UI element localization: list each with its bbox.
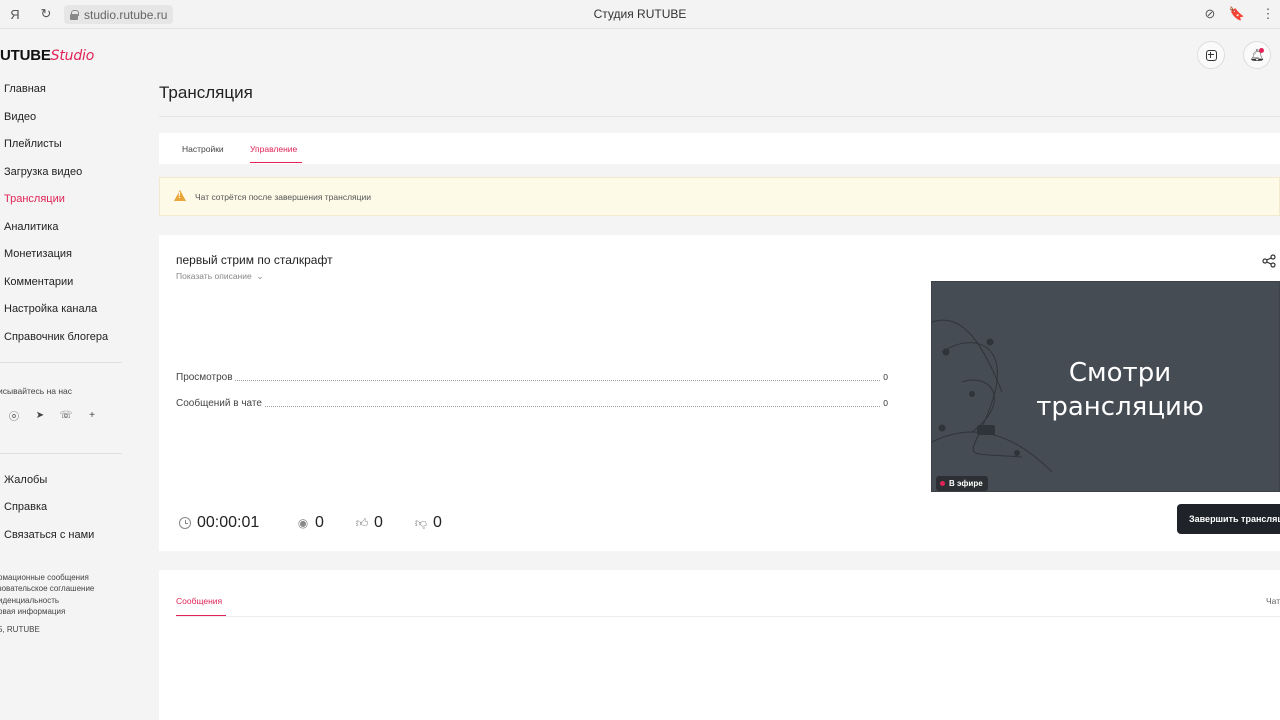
- warning-text: Чат сотрётся после завершения трансляции: [195, 192, 372, 202]
- menu-icon[interactable]: ⋮: [1259, 5, 1277, 23]
- browser-title: Студия RUTUBE: [593, 7, 687, 21]
- copyright: 5, RUTUBE: [0, 625, 40, 634]
- rutube-studio-logo[interactable]: UTUBEStudio: [0, 47, 94, 64]
- metric-viewers: ◉ 0: [296, 514, 324, 532]
- live-badge: В эфире: [936, 476, 988, 491]
- thumbs-up-icon: 👍︎: [355, 515, 369, 530]
- stream-preview[interactable]: Смотри трансляцию В эфире: [931, 281, 1280, 492]
- user-icon: ◉: [297, 516, 309, 530]
- stat-chat-label: Сообщений в чате: [176, 398, 264, 409]
- sidebar-divider: [0, 362, 122, 363]
- protect-icon[interactable]: ⊘: [1201, 5, 1219, 23]
- metric-dislikes: 👎︎ 0: [414, 514, 442, 532]
- tabs-bar: Настройки Управление: [159, 133, 1280, 164]
- clock-icon: [178, 516, 192, 530]
- sidebar-item-playlists[interactable]: Плейлисты: [4, 138, 62, 150]
- logo-brand: UTUBE: [0, 47, 51, 64]
- stat-views-value: 0: [881, 372, 888, 382]
- follow-us-label: исывайтесь на нас: [0, 386, 73, 396]
- metric-likes: 👍︎ 0: [355, 514, 383, 532]
- notifications-button[interactable]: 🔔︎: [1243, 41, 1271, 69]
- sidebar: UTUBEStudio Главная Видео Плейлисты Загр…: [0, 29, 125, 720]
- stat-chat-value: 0: [881, 398, 888, 408]
- chat-label[interactable]: Чат: [1266, 596, 1280, 606]
- stat-views: Просмотров 0: [176, 372, 888, 384]
- sidebar-item-monetization[interactable]: Монетизация: [4, 248, 72, 260]
- stat-chat-messages: Сообщений в чате 0: [176, 398, 888, 410]
- chat-warning-banner: Чат сотрётся после завершения трансляции: [159, 177, 1280, 216]
- more-icon[interactable]: +: [84, 407, 100, 423]
- page-title: Трансляция: [159, 83, 253, 102]
- messages-card: Сообщения Чат: [159, 570, 1280, 720]
- likes-value: 0: [374, 514, 383, 531]
- create-button[interactable]: [1197, 41, 1225, 69]
- stat-views-label: Просмотров: [176, 372, 235, 383]
- tab-messages[interactable]: Сообщения: [176, 596, 222, 606]
- live-label: В эфире: [949, 479, 983, 488]
- sidebar-item-blogger-guide[interactable]: Справочник блогера: [4, 331, 108, 343]
- messages-tab-indicator: [176, 615, 226, 616]
- sidebar-item-analytics[interactable]: Аналитика: [4, 221, 58, 233]
- chevron-down-icon: ⌄: [254, 271, 264, 281]
- stat-leader-dots: [176, 380, 880, 381]
- sidebar-divider: [0, 453, 122, 454]
- telegram-icon[interactable]: ➤: [32, 407, 48, 423]
- sidebar-item-video[interactable]: Видео: [4, 111, 36, 123]
- sidebar-item-complaints[interactable]: Жалобы: [4, 474, 47, 486]
- preview-caption-line2: трансляцию: [1036, 392, 1204, 422]
- legal-link-privacy[interactable]: иденциальность: [0, 596, 59, 605]
- notification-dot: [1259, 48, 1264, 53]
- sidebar-item-comments[interactable]: Комментарии: [4, 276, 73, 288]
- show-description-toggle[interactable]: Показать описание ⌄: [176, 271, 264, 282]
- legal-link-info[interactable]: рмационные сообщения: [0, 573, 89, 582]
- stream-card: первый стрим по сталкрафт Показать описа…: [159, 235, 1280, 551]
- warning-icon: [174, 190, 186, 201]
- show-description-label: Показать описание: [176, 271, 252, 281]
- messages-divider: [176, 616, 1280, 617]
- odnoklassniki-icon[interactable]: ⓞ: [6, 407, 22, 423]
- thumbs-down-icon: 👎︎: [414, 515, 428, 530]
- tab-settings[interactable]: Настройки: [182, 144, 224, 154]
- preview-caption-line1: Смотри: [1068, 358, 1172, 388]
- sidebar-item-streams[interactable]: Трансляции: [4, 193, 65, 205]
- tab-management[interactable]: Управление: [250, 144, 297, 154]
- sidebar-item-upload[interactable]: Загрузка видео: [4, 166, 82, 178]
- title-divider: [159, 116, 1280, 117]
- viewers-value: 0: [315, 514, 324, 531]
- sidebar-item-channel-settings[interactable]: Настройка канала: [4, 303, 97, 315]
- sidebar-item-help[interactable]: Справка: [4, 501, 47, 513]
- share-icon[interactable]: [1262, 254, 1276, 268]
- live-dot-icon: [940, 481, 945, 486]
- logo-product: Studio: [50, 48, 95, 64]
- sidebar-item-contact[interactable]: Связаться с нами: [4, 529, 94, 541]
- plus-square-icon: [1205, 49, 1217, 61]
- legal-link-legal-info[interactable]: овая информация: [0, 607, 65, 616]
- dislikes-value: 0: [433, 514, 442, 531]
- stat-leader-dots: [176, 406, 880, 407]
- bookmark-icon[interactable]: 🔖: [1228, 5, 1246, 23]
- browser-toolbar: Я ↻ studio.rutube.ru Студия RUTUBE ⊘ 🔖 ⋮: [0, 0, 1280, 29]
- active-tab-indicator: [250, 162, 302, 163]
- viber-icon[interactable]: ☏: [58, 407, 74, 423]
- end-stream-button[interactable]: Завершить трансляцию: [1177, 504, 1280, 534]
- stream-title: первый стрим по сталкрафт: [176, 253, 333, 267]
- preview-caption: Смотри трансляцию: [1028, 356, 1212, 424]
- sidebar-item-home[interactable]: Главная: [4, 83, 46, 95]
- metric-duration: 00:00:01: [178, 514, 259, 532]
- duration-value: 00:00:01: [197, 514, 260, 531]
- legal-link-agreement[interactable]: зовательское соглашение: [0, 584, 94, 593]
